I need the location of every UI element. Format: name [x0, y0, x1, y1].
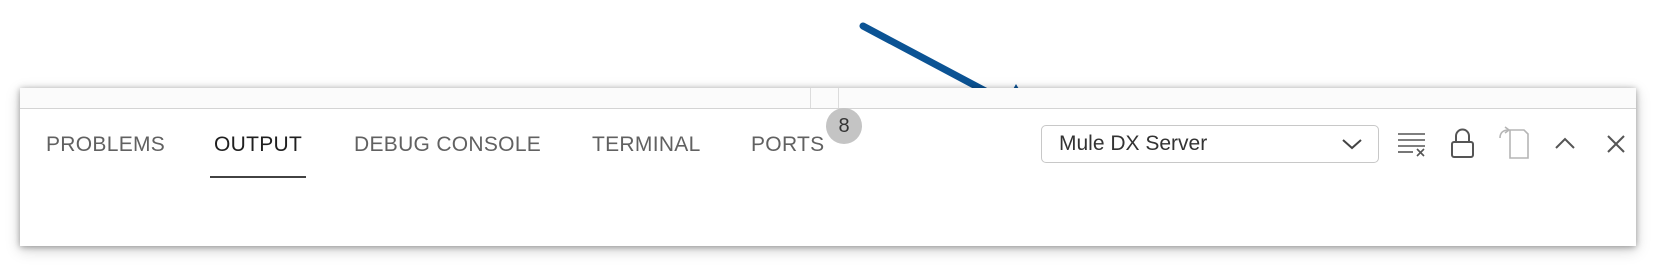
tab-problems[interactable]: PROBLEMS: [46, 117, 165, 173]
tab-output[interactable]: OUTPUT: [209, 117, 307, 178]
close-panel-button[interactable]: [1596, 124, 1636, 164]
lock-icon: [1451, 128, 1474, 158]
close-icon: [1607, 135, 1625, 153]
tab-debug-console[interactable]: DEBUG CONSOLE: [354, 117, 541, 173]
output-channel-select[interactable]: Mule DX Server: [1041, 125, 1379, 163]
open-in-editor-icon: [1499, 126, 1529, 159]
clear-output-icon: [1398, 133, 1425, 157]
editor-divider: [838, 88, 839, 108]
tab-ports[interactable]: PORTS: [751, 117, 824, 173]
tab-terminal[interactable]: TERMINAL: [592, 117, 701, 173]
editor-area-edge: [20, 88, 1636, 109]
clear-output-button[interactable]: [1392, 124, 1432, 164]
ports-count-badge: 8: [826, 108, 862, 144]
lock-scroll-button[interactable]: [1443, 124, 1483, 164]
output-channel-value: Mule DX Server: [1059, 132, 1208, 155]
chevron-up-icon: [1555, 137, 1575, 149]
chevron-down-icon: [1342, 139, 1362, 150]
maximize-panel-button[interactable]: [1545, 124, 1585, 164]
editor-divider: [810, 88, 811, 108]
open-in-editor-button[interactable]: [1494, 124, 1534, 164]
